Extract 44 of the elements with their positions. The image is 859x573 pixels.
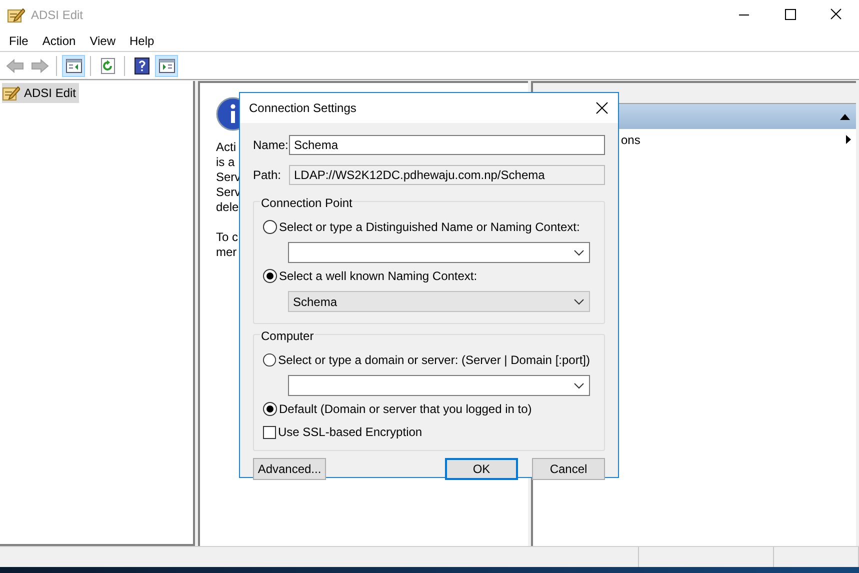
radio-button[interactable] xyxy=(263,220,277,234)
combo-box[interactable] xyxy=(288,242,590,263)
help-icon xyxy=(132,56,150,74)
option-label[interactable]: Default (Domain or server that you logged in to) xyxy=(279,400,532,418)
field-label: Name: xyxy=(253,137,289,154)
submenu-arrow-icon xyxy=(846,135,851,144)
close-icon[interactable] xyxy=(596,102,608,114)
combo-box[interactable] xyxy=(288,375,590,396)
collapse-icon xyxy=(840,114,850,120)
option-label[interactable]: Select or type a domain or server: (Server | Domain [:port]) xyxy=(278,351,590,369)
menu-item[interactable]: View xyxy=(82,32,122,50)
dialog-button[interactable]: Cancel xyxy=(532,458,605,480)
notepad-pencil-icon xyxy=(2,84,20,102)
path-field: LDAP://WS2K12DC.pdhewaju.com.np/Schema xyxy=(289,165,605,185)
window-panel-icon xyxy=(64,56,82,74)
back-arrow-icon xyxy=(6,56,24,74)
radio-button[interactable] xyxy=(263,269,277,283)
dialog-button[interactable]: Advanced... xyxy=(253,458,326,480)
menu-item[interactable]: Action xyxy=(35,32,83,50)
option-label[interactable]: Use SSL-based Encryption xyxy=(278,423,422,441)
window-title: ADSI Edit xyxy=(31,7,84,24)
window-panel-icon xyxy=(158,56,176,74)
description-text: To c xyxy=(216,230,238,244)
description-text: mer xyxy=(216,245,237,259)
description-text: dele xyxy=(216,200,239,214)
tree-item[interactable]: ADSI Edit xyxy=(2,83,80,103)
forward-arrow-icon xyxy=(30,56,48,74)
description-text: Acti xyxy=(216,140,236,154)
menu-item[interactable]: Help xyxy=(122,32,162,50)
radio-button[interactable] xyxy=(263,353,276,367)
name-field[interactable]: Schema xyxy=(289,135,605,155)
window-panel-button[interactable] xyxy=(62,54,85,76)
window-panel-button[interactable] xyxy=(155,54,178,76)
description-text: is a xyxy=(216,155,235,169)
dialog-button[interactable]: OK xyxy=(445,458,518,480)
radio-button[interactable] xyxy=(263,402,277,416)
option-label[interactable]: Select or type a Distinguished Name or Naming Context: xyxy=(279,218,580,236)
option-label[interactable]: Select a well known Naming Context: xyxy=(279,267,478,285)
refresh-icon xyxy=(98,56,116,74)
app-icon xyxy=(7,6,25,24)
checkbox[interactable] xyxy=(263,426,276,438)
dialog-title: Connection Settings xyxy=(249,100,356,117)
field-label: Path: xyxy=(253,167,282,184)
menu-item[interactable]: File xyxy=(2,32,36,50)
